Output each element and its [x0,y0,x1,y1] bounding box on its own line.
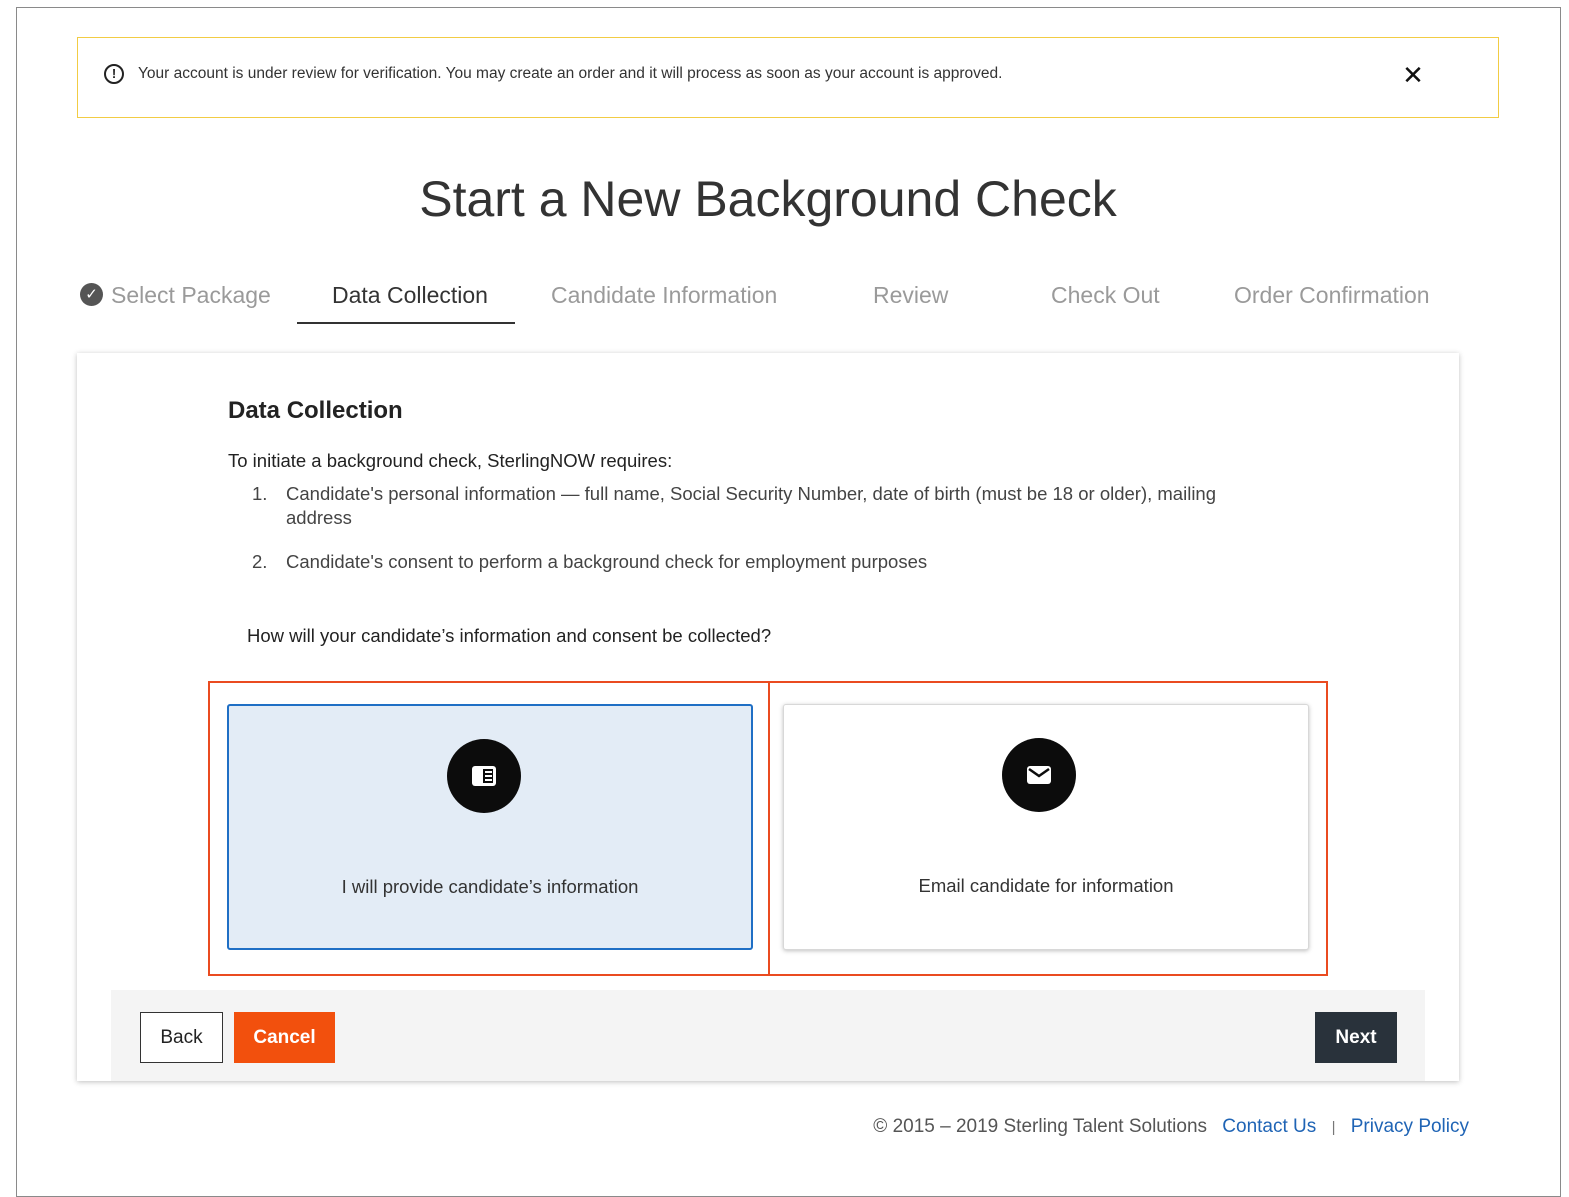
close-icon[interactable]: ✕ [1398,60,1428,90]
options-divider [768,683,770,974]
requirement-text: Candidate's consent to perform a backgro… [286,551,928,572]
step-select-package[interactable]: Select Package [111,282,271,309]
option-provide-info[interactable]: I will provide candidate’s information [227,704,753,950]
section-title: Data Collection [228,397,403,424]
card-actions: Back Cancel Next [111,990,1425,1081]
option-label: Email candidate for information [918,875,1174,896]
contact-card-icon [447,739,521,813]
info-circle-icon: ! [104,64,124,84]
list-number: 1. [252,483,268,504]
step-check-out[interactable]: Check Out [1051,282,1160,309]
step-order-confirmation[interactable]: Order Confirmation [1234,282,1430,309]
step-candidate-information[interactable]: Candidate Information [551,282,777,309]
check-circle-icon: ✓ [80,283,103,306]
intro-text: To initiate a background check, Sterling… [228,450,673,471]
requirement-text: Candidate's personal information — full … [286,483,1217,528]
back-button[interactable]: Back [140,1012,223,1063]
step-data-collection[interactable]: Data Collection [332,282,488,309]
option-label: I will provide candidate’s information [341,876,639,897]
next-button[interactable]: Next [1315,1012,1397,1063]
step-review[interactable]: Review [873,282,948,309]
privacy-policy-link[interactable]: Privacy Policy [1351,1116,1469,1137]
banner-message: Your account is under review for verific… [138,65,1003,82]
progress-stepper: ✓ Select Package Data Collection Candida… [0,270,1569,330]
page-footer: © 2015 – 2019 Sterling Talent Solutions … [873,1116,1469,1138]
data-collection-card: Data Collection To initiate a background… [77,353,1459,1081]
requirements-list: 1. Candidate's personal information — fu… [252,482,1262,594]
list-item: 2. Candidate's consent to perform a back… [252,550,1262,574]
active-step-indicator [297,322,515,324]
contact-us-link[interactable]: Contact Us [1222,1116,1316,1137]
list-number: 2. [252,551,268,572]
footer-separator: | [1331,1119,1336,1136]
list-item: 1. Candidate's personal information — fu… [252,482,1262,530]
page-title: Start a New Background Check [419,171,1117,227]
collection-question: How will your candidate’s information an… [247,625,772,646]
cancel-button[interactable]: Cancel [234,1012,335,1063]
verification-banner: ! Your account is under review for verif… [77,37,1499,118]
copyright-text: © 2015 – 2019 Sterling Talent Solutions [873,1116,1208,1137]
envelope-icon [1002,738,1076,812]
option-email-candidate[interactable]: Email candidate for information [783,704,1309,950]
